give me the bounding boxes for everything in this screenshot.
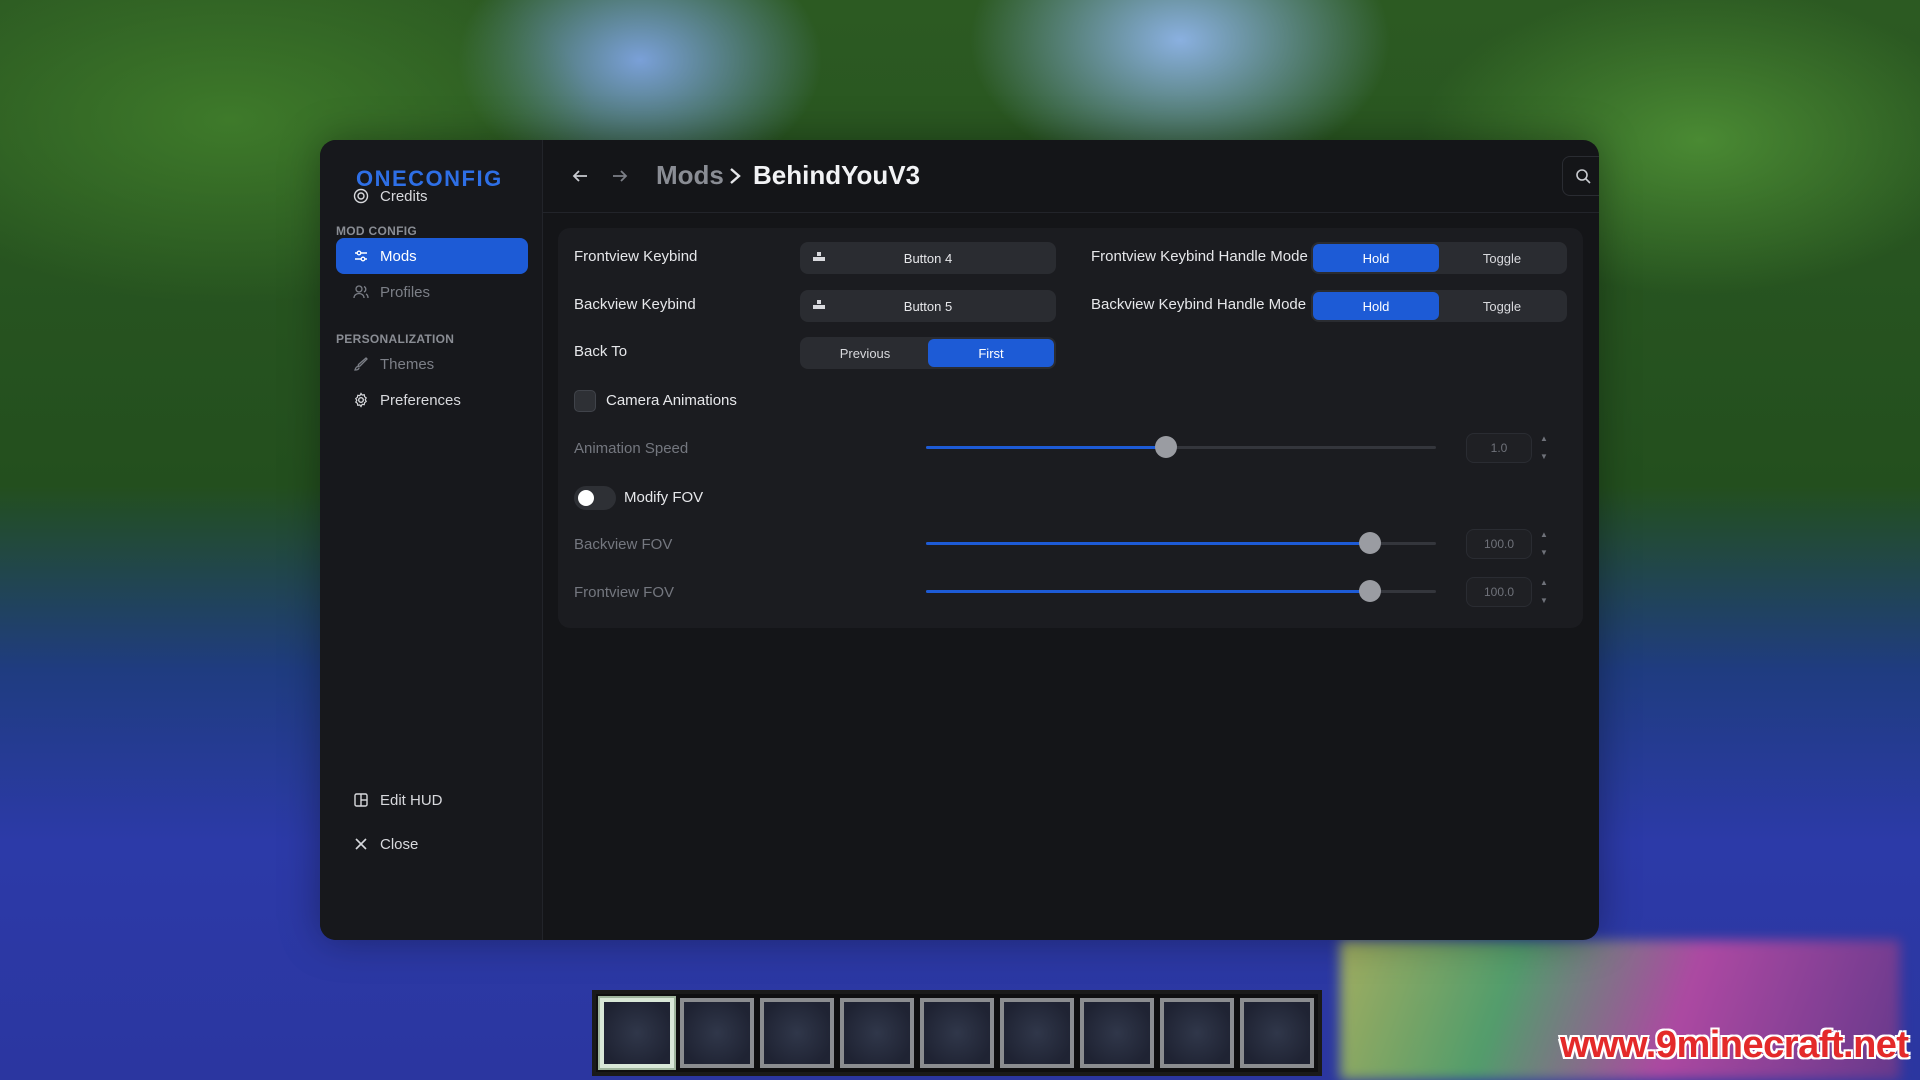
edit-hud-button[interactable]: Edit HUD xyxy=(336,782,528,818)
hotbar-slot xyxy=(1080,998,1154,1068)
profiles-icon xyxy=(352,283,370,301)
frontview-keybind-label: Frontview Keybind xyxy=(574,248,698,265)
frontview-mode-label: Frontview Keybind Handle Mode xyxy=(1091,248,1308,265)
modify-fov-toggle[interactable] xyxy=(574,486,616,510)
sidebar-item-label: Close xyxy=(380,835,419,853)
slider-thumb[interactable] xyxy=(1358,580,1381,602)
modify-fov-label: Modify FOV xyxy=(624,489,704,506)
camera-animations-label: Camera Animations xyxy=(606,392,737,409)
hotbar-slot xyxy=(1160,998,1234,1068)
frontview-keybind-button[interactable]: Button 4 xyxy=(800,242,1056,274)
slider-fill xyxy=(926,590,1370,593)
keyboard-icon xyxy=(812,251,826,266)
backview-fov-stepper[interactable]: ▲ ▼ xyxy=(1538,529,1550,559)
oneconfig-window: ONECONFIG Credits MOD CONFIG Mods Profil… xyxy=(320,140,1599,940)
section-mod-config: MOD CONFIG xyxy=(336,224,417,238)
breadcrumb-parent[interactable]: Mods xyxy=(656,160,724,191)
back-to-label: Back To xyxy=(574,343,628,360)
backview-fov-input[interactable]: 100.0 xyxy=(1466,529,1532,559)
layout-icon xyxy=(352,791,370,809)
search-icon xyxy=(1575,168,1591,184)
animation-speed-input[interactable]: 1.0 xyxy=(1466,433,1532,463)
keyboard-icon xyxy=(812,299,826,314)
frontview-fov-label: Frontview FOV xyxy=(574,584,675,601)
option-toggle[interactable]: Toggle xyxy=(1439,244,1565,272)
forward-arrow-button[interactable] xyxy=(608,164,632,188)
sidebar-item-label: Credits xyxy=(380,187,428,205)
option-first[interactable]: First xyxy=(928,339,1054,367)
animation-speed-label: Animation Speed xyxy=(574,440,689,457)
brush-icon xyxy=(352,355,370,373)
slider-thumb[interactable] xyxy=(1154,436,1177,458)
keybind-value: Button 4 xyxy=(903,250,953,266)
page-title: BehindYouV3 xyxy=(753,160,921,190)
backview-fov-label: Backview FOV xyxy=(574,536,673,553)
hotbar-slot xyxy=(920,998,994,1068)
chevron-down-icon[interactable]: ▼ xyxy=(1540,595,1548,607)
frontview-fov-stepper[interactable]: ▲ ▼ xyxy=(1538,577,1550,607)
sidebar-item-credits[interactable]: Credits xyxy=(336,178,528,214)
toggle-knob xyxy=(578,490,594,506)
sliders-icon xyxy=(352,247,370,265)
option-previous[interactable]: Previous xyxy=(802,339,928,367)
search-bar[interactable] xyxy=(1562,156,1599,196)
chevron-up-icon[interactable]: ▲ xyxy=(1540,577,1548,589)
hotbar-slot xyxy=(680,998,754,1068)
close-icon xyxy=(352,835,370,853)
hotbar-slot xyxy=(1240,998,1314,1068)
hotbar-slot xyxy=(760,998,834,1068)
sidebar-item-label: Themes xyxy=(380,355,435,373)
animation-speed-stepper[interactable]: ▲ ▼ xyxy=(1538,433,1550,463)
animation-speed-slider[interactable] xyxy=(926,435,1436,459)
chevron-right-icon xyxy=(728,166,742,191)
keybind-value: Button 5 xyxy=(903,298,953,314)
sidebar-item-label: Preferences xyxy=(380,391,461,409)
slider-thumb[interactable] xyxy=(1358,532,1381,554)
arrow-right-icon xyxy=(613,170,628,182)
sidebar: ONECONFIG Credits MOD CONFIG Mods Profil… xyxy=(320,140,543,940)
gear-icon xyxy=(352,391,370,409)
close-button[interactable]: Close xyxy=(336,826,528,862)
sidebar-item-preferences[interactable]: Preferences xyxy=(336,382,528,418)
top-bar: Mods BehindYouV3 xyxy=(542,140,1599,213)
sidebar-item-profiles[interactable]: Profiles xyxy=(336,274,528,310)
credits-icon xyxy=(352,187,370,205)
option-hold[interactable]: Hold xyxy=(1313,292,1439,320)
arrow-left-icon xyxy=(572,170,587,182)
backview-mode-selector[interactable]: Hold Toggle xyxy=(1311,290,1567,322)
sidebar-item-mods[interactable]: Mods xyxy=(336,238,528,274)
chevron-down-icon[interactable]: ▼ xyxy=(1540,547,1548,559)
watermark: www.9minecraft.net xyxy=(1560,1024,1909,1066)
chevron-up-icon[interactable]: ▲ xyxy=(1540,529,1548,541)
backview-mode-label: Backview Keybind Handle Mode xyxy=(1091,296,1307,313)
backview-keybind-label: Backview Keybind xyxy=(574,296,696,313)
option-hold[interactable]: Hold xyxy=(1313,244,1439,272)
backview-fov-slider[interactable] xyxy=(926,531,1436,555)
option-toggle[interactable]: Toggle xyxy=(1439,292,1565,320)
frontview-fov-input[interactable]: 100.0 xyxy=(1466,577,1532,607)
slider-fill xyxy=(926,446,1166,449)
hotbar-slot xyxy=(600,998,674,1068)
settings-panel: Frontview Keybind Button 4 Frontview Key… xyxy=(558,228,1583,628)
frontview-fov-slider[interactable] xyxy=(926,579,1436,603)
chevron-up-icon[interactable]: ▲ xyxy=(1540,433,1548,445)
slider-fill xyxy=(926,542,1370,545)
back-to-selector[interactable]: Previous First xyxy=(800,337,1056,369)
section-personalization: PERSONALIZATION xyxy=(336,332,455,346)
backview-keybind-button[interactable]: Button 5 xyxy=(800,290,1056,322)
camera-animations-checkbox[interactable] xyxy=(574,390,596,412)
game-hotbar xyxy=(592,990,1322,1076)
hotbar-slot xyxy=(840,998,914,1068)
frontview-mode-selector[interactable]: Hold Toggle xyxy=(1311,242,1567,274)
sidebar-item-label: Mods xyxy=(380,247,417,265)
sidebar-item-label: Edit HUD xyxy=(380,791,443,809)
back-arrow-button[interactable] xyxy=(568,164,592,188)
sidebar-item-themes[interactable]: Themes xyxy=(336,346,528,382)
chevron-down-icon[interactable]: ▼ xyxy=(1540,451,1548,463)
hotbar-slot xyxy=(1000,998,1074,1068)
sidebar-item-label: Profiles xyxy=(380,283,431,301)
